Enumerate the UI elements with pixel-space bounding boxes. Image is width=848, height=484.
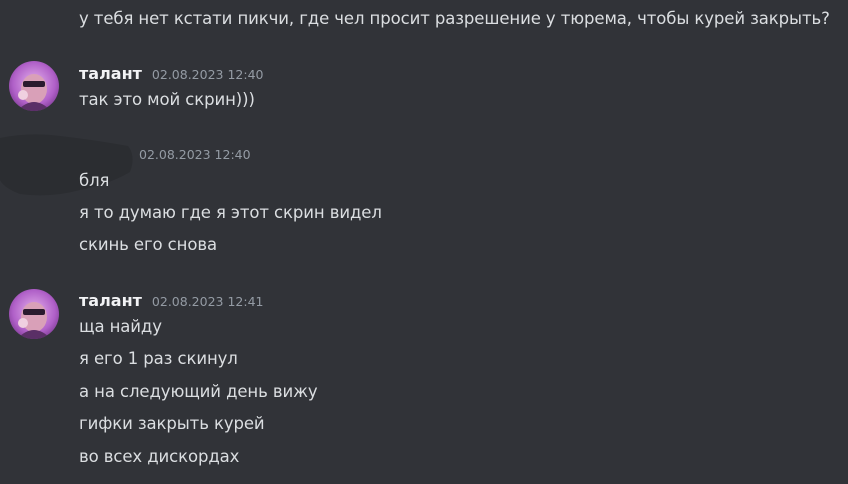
username[interactable]: талант [79,290,142,312]
username[interactable]: талант [79,63,142,85]
message-text: я его 1 раз скинул [79,349,238,368]
message-text: бля [79,171,110,190]
avatar[interactable] [9,289,59,339]
obscured-avatar-region [0,134,133,196]
user-avatar-image [9,289,59,339]
user-avatar-image [9,61,59,111]
message-text: а на следующий день вижу [79,382,318,401]
timestamp: 02.08.2023 12:41 [151,294,264,309]
avatar[interactable] [9,61,59,111]
message-header: талант 02.08.2023 12:40 [79,63,264,85]
message-text: во всех дискордах [79,447,240,466]
timestamp: 02.08.2023 12:40 [139,147,251,162]
message-header: талант 02.08.2023 12:41 [79,290,264,312]
message-text: у тебя нет кстати пикчи, где чел просит … [79,9,830,28]
timestamp: 02.08.2023 12:40 [151,67,264,82]
chat-messages: у тебя нет кстати пикчи, где чел просит … [0,0,848,484]
message-text: гифки закрыть курей [79,414,265,433]
message-text: ща найду [79,317,162,336]
message-text: так это мой скрин))) [79,90,255,109]
message-text: скинь его снова [79,235,217,254]
message-text: я то думаю где я этот скрин видел [79,203,382,222]
message-header: 02.08.2023 12:40 [139,144,251,166]
